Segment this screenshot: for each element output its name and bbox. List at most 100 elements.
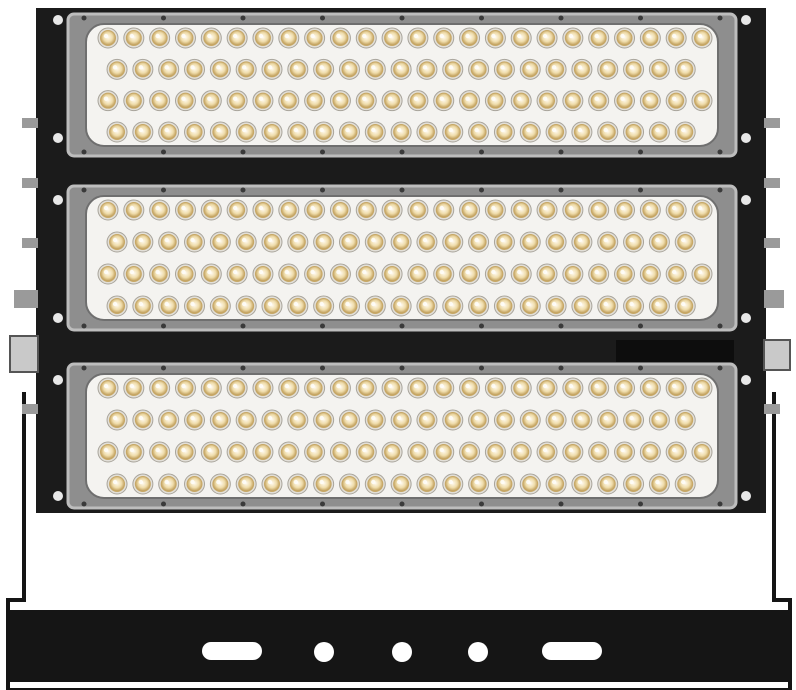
led xyxy=(674,58,696,80)
led xyxy=(493,231,515,253)
led xyxy=(123,90,145,112)
led xyxy=(252,199,274,221)
led xyxy=(278,27,300,49)
led xyxy=(510,199,532,221)
led xyxy=(338,58,360,80)
screw xyxy=(81,149,87,155)
led xyxy=(588,441,610,463)
screw xyxy=(161,323,166,329)
led xyxy=(132,473,154,495)
led xyxy=(209,58,231,80)
screw xyxy=(479,323,484,329)
led xyxy=(261,58,283,80)
led xyxy=(484,263,506,285)
led xyxy=(571,231,593,253)
led xyxy=(648,121,670,143)
led xyxy=(433,377,455,399)
bracket-slot-round xyxy=(468,642,488,662)
frame-screw xyxy=(53,313,63,323)
led xyxy=(132,58,154,80)
screw xyxy=(399,15,405,21)
led xyxy=(545,58,567,80)
led xyxy=(545,409,567,431)
led xyxy=(407,27,429,49)
screw xyxy=(638,501,643,507)
screw xyxy=(558,323,564,329)
led xyxy=(338,231,360,253)
led xyxy=(665,199,687,221)
led xyxy=(106,295,128,317)
led xyxy=(639,441,661,463)
led xyxy=(390,121,412,143)
led xyxy=(364,295,386,317)
screw xyxy=(320,323,325,329)
led xyxy=(691,377,713,399)
led-module-middle xyxy=(66,184,738,332)
led xyxy=(691,90,713,112)
screw xyxy=(240,15,246,21)
led xyxy=(433,199,455,221)
led xyxy=(338,473,360,495)
led xyxy=(174,441,196,463)
led xyxy=(674,231,696,253)
screw xyxy=(399,501,405,507)
led xyxy=(226,90,248,112)
led xyxy=(665,263,687,285)
led xyxy=(304,263,326,285)
led xyxy=(433,90,455,112)
screw xyxy=(81,187,87,193)
bracket-slot-oval xyxy=(202,642,262,660)
led xyxy=(158,473,180,495)
led xyxy=(235,231,257,253)
screw xyxy=(638,365,643,371)
led xyxy=(235,58,257,80)
led xyxy=(433,27,455,49)
led xyxy=(614,263,636,285)
led xyxy=(200,377,222,399)
led xyxy=(493,473,515,495)
screw xyxy=(479,149,484,155)
screw xyxy=(717,187,723,193)
led xyxy=(184,473,206,495)
led xyxy=(510,441,532,463)
led xyxy=(252,90,274,112)
screw xyxy=(399,323,405,329)
led xyxy=(381,377,403,399)
led xyxy=(468,409,490,431)
led xyxy=(304,27,326,49)
led xyxy=(614,90,636,112)
led xyxy=(174,90,196,112)
led xyxy=(510,90,532,112)
led xyxy=(149,199,171,221)
led xyxy=(597,295,619,317)
led xyxy=(536,27,558,49)
led xyxy=(97,263,119,285)
led xyxy=(623,473,645,495)
led xyxy=(304,90,326,112)
led xyxy=(545,473,567,495)
screw xyxy=(717,15,723,21)
led xyxy=(364,58,386,80)
led xyxy=(355,263,377,285)
led xyxy=(313,295,335,317)
led xyxy=(252,377,274,399)
led xyxy=(691,199,713,221)
led xyxy=(184,295,206,317)
led xyxy=(459,199,481,221)
frame-screw xyxy=(741,195,751,205)
screw xyxy=(717,149,723,155)
screw xyxy=(558,15,564,21)
led xyxy=(614,27,636,49)
led xyxy=(442,409,464,431)
led xyxy=(313,121,335,143)
led xyxy=(484,377,506,399)
led xyxy=(597,121,619,143)
led xyxy=(158,409,180,431)
led xyxy=(459,377,481,399)
led xyxy=(329,377,351,399)
led xyxy=(442,121,464,143)
led xyxy=(338,409,360,431)
led xyxy=(200,199,222,221)
led xyxy=(562,441,584,463)
led xyxy=(184,121,206,143)
